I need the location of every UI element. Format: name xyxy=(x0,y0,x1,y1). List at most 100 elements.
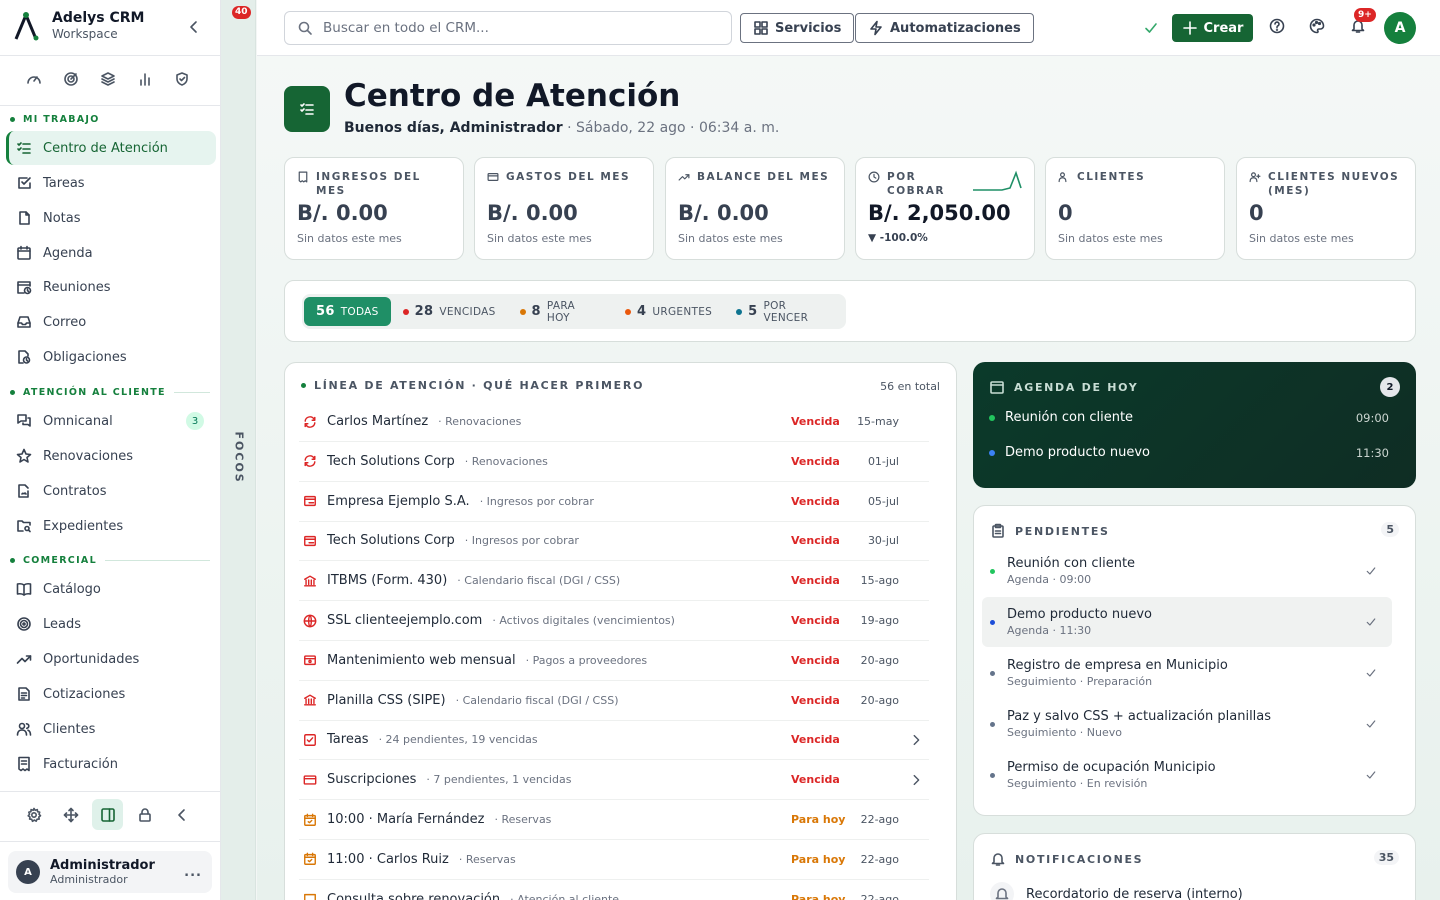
filter-para-hoy[interactable]: 8 PARA HOY xyxy=(508,297,613,326)
filter-todas[interactable]: 56 TODAS xyxy=(304,297,391,326)
row-category: · Atención al cliente xyxy=(510,892,620,900)
avatar[interactable]: A xyxy=(1384,12,1416,44)
pending-item[interactable]: Demo producto nuevo Agenda · 11:30 xyxy=(982,597,1392,647)
automatizaciones-button[interactable]: Automatizaciones xyxy=(855,13,1034,43)
agenda-item[interactable]: Demo producto nuevo 11:30 xyxy=(989,445,1389,460)
sidebar-item-renovaciones[interactable]: Renovaciones xyxy=(6,439,216,473)
kpi-clientes-nuevos-card[interactable]: CLIENTES NUEVOS (MES) 0 Sin datos este m… xyxy=(1236,157,1416,260)
sidebar-item-tareas[interactable]: Tareas xyxy=(6,166,216,200)
pending-title: Reunión con cliente xyxy=(1007,555,1136,571)
check-icon[interactable] xyxy=(1360,611,1382,633)
check-icon[interactable] xyxy=(1360,560,1382,582)
kpi-gastos-card[interactable]: GASTOS DEL MES B/. 0.00 Sin datos este m… xyxy=(474,157,654,260)
check-icon[interactable] xyxy=(1360,713,1382,735)
attention-row[interactable]: Tech Solutions Corp · Renovaciones Vencida… xyxy=(299,442,929,482)
palette-icon[interactable] xyxy=(1309,18,1325,34)
row-date: 15-ago xyxy=(860,574,899,588)
attention-row[interactable]: Tech Solutions Corp · Ingresos por cobrar… xyxy=(299,521,929,562)
row-category: · Reservas xyxy=(458,852,516,866)
row-name: Carlos Martínez xyxy=(327,414,429,429)
user-name: Administrador xyxy=(50,857,155,873)
user-menu[interactable]: A Administrador Administrador ... xyxy=(8,851,212,893)
row-date: 22-ago xyxy=(860,892,899,900)
sidebar-item-centro-de-atencion[interactable]: Centro de Atención xyxy=(6,131,216,165)
search-bar[interactable] xyxy=(284,11,732,45)
chevron-right-icon[interactable] xyxy=(909,773,923,787)
attention-row[interactable]: SSL clienteejemplo.com · Activos digitale… xyxy=(299,601,929,641)
filter-urgentes[interactable]: 4 URGENTES xyxy=(613,297,724,326)
pending-item[interactable]: Reunión con cliente Agenda · 09:00 xyxy=(982,546,1392,596)
kpi-balance-card[interactable]: BALANCE DEL MES B/. 0.00 Sin datos este … xyxy=(665,157,845,260)
move-icon[interactable] xyxy=(55,799,86,830)
attention-row[interactable]: Suscripciones · 7 pendientes, 1 vencidas V… xyxy=(299,760,929,801)
attention-row[interactable]: ITBMS (Form. 430) · Calendario fiscal (DG… xyxy=(299,561,929,602)
sidebar-item-leads[interactable]: Leads xyxy=(6,607,216,641)
check-icon[interactable] xyxy=(1360,662,1382,684)
sidebar-item-expedientes[interactable]: Expedientes xyxy=(6,509,216,543)
pending-item[interactable]: Registro de empresa en Municipio Seguimie… xyxy=(982,648,1392,698)
collapse-chevron-left-icon[interactable] xyxy=(166,799,197,830)
attention-row[interactable]: Mantenimiento web mensual · Pagos a prove… xyxy=(299,641,929,681)
sidebar-item-reuniones[interactable]: Reuniones xyxy=(6,270,216,304)
shield-check-icon[interactable] xyxy=(174,71,190,87)
sidebar-item-catalogo[interactable]: Catálogo xyxy=(6,572,216,606)
total-count: 56 en total xyxy=(880,380,940,393)
gauge-icon[interactable] xyxy=(26,71,42,87)
lock-icon[interactable] xyxy=(129,799,160,830)
bar-chart-icon[interactable] xyxy=(137,71,153,87)
sidebar-item-contratos[interactable]: Contratos xyxy=(6,474,216,508)
kpi-ingresos-card[interactable]: INGRESOS DEL MES B/. 0.00 Sin datos este… xyxy=(284,157,464,260)
attention-row[interactable]: Empresa Ejemplo S.A. · Ingresos por cobra… xyxy=(299,482,929,522)
filter-bar: 56 TODAS 28 VENCIDAS 8 PARA HOY 4 URGENTES 5… xyxy=(284,280,1416,342)
attention-row[interactable]: Tareas · 24 pendientes, 19 vencidas Vencid… xyxy=(299,720,929,761)
search-input[interactable] xyxy=(323,20,703,36)
crear-button[interactable]: Crear xyxy=(1172,14,1253,42)
brand[interactable]: Adelys CRM Workspace xyxy=(12,10,144,42)
focus-panel-toggle[interactable]: 40 FOCOS xyxy=(221,0,256,900)
linea-de-atencion-panel: LÍNEA DE ATENCIÓN · QUÉ HACER PRIMERO 56… xyxy=(284,362,957,900)
pending-item[interactable]: Permiso de ocupación Municipio Seguimient… xyxy=(982,750,1392,800)
sidebar-item-oportunidades[interactable]: Oportunidades xyxy=(6,642,216,676)
chevron-right-icon[interactable] xyxy=(909,733,923,747)
notification-item[interactable]: Recordatorio de reserva (interno) xyxy=(990,882,1243,900)
collapse-sidebar-chevron-icon[interactable] xyxy=(186,19,202,35)
kpi-clientes-card[interactable]: CLIENTES 0 Sin datos este mes xyxy=(1045,157,1225,260)
check-icon[interactable] xyxy=(1360,764,1382,786)
panel-toggle-icon[interactable] xyxy=(92,799,123,830)
agenda-item[interactable]: Reunión con cliente 09:00 xyxy=(989,410,1389,425)
sidebar-item-omnicanal[interactable]: Omnicanal 3 xyxy=(6,404,216,438)
file-clock-icon xyxy=(18,350,31,364)
pending-subtitle: Agenda · 11:30 xyxy=(1007,623,1092,637)
filter-por-vencer[interactable]: 5 POR VENCER xyxy=(724,297,846,326)
sidebar-item-facturacion[interactable]: Facturación xyxy=(6,747,216,781)
servicios-button[interactable]: Servicios xyxy=(740,13,855,43)
kpi-label: INGRESOS DEL MES xyxy=(316,171,421,197)
layers-icon[interactable] xyxy=(100,71,116,87)
sidebar-item-cotizaciones[interactable]: Cotizaciones xyxy=(6,677,216,711)
sidebar-item-correo[interactable]: Correo xyxy=(6,305,216,339)
radar-icon[interactable] xyxy=(63,71,79,87)
row-category: · Activos digitales (vencimientos) xyxy=(492,614,675,627)
sidebar-item-clientes[interactable]: Clientes xyxy=(6,712,216,746)
sidebar-item-label: Clientes xyxy=(43,721,96,737)
quick-actions xyxy=(26,71,190,87)
sidebar-item-label: Agenda xyxy=(43,245,93,261)
settings-gear-icon[interactable] xyxy=(18,799,49,830)
filter-vencidas[interactable]: 28 VENCIDAS xyxy=(391,297,508,326)
attention-row[interactable]: Carlos Martínez · Renovaciones Vencida 15-m… xyxy=(299,402,929,442)
help-icon[interactable] xyxy=(1269,18,1285,34)
sync-check-icon xyxy=(1143,20,1159,36)
more-dots-icon[interactable]: ... xyxy=(184,865,202,880)
attention-row[interactable]: 10:00 · María Fernández · Reservas Para ho… xyxy=(299,800,929,840)
attention-row[interactable]: Consulta sobre renovación · Atención al c… xyxy=(299,880,929,900)
sidebar-item-agenda[interactable]: Agenda xyxy=(6,236,216,270)
invoice-icon xyxy=(304,535,316,546)
row-category: · 24 pendientes, 19 vencidas xyxy=(378,733,538,747)
attention-row[interactable]: 11:00 · Carlos Ruiz · Reservas Para hoy 22-… xyxy=(299,840,929,880)
pending-item[interactable]: Paz y salvo CSS + actualización planilla… xyxy=(982,699,1392,749)
kpi-por-cobrar-card[interactable]: POR COBRAR B/. 2,050.00 ▼ -100.0% xyxy=(855,157,1035,260)
sidebar-item-obligaciones[interactable]: Obligaciones xyxy=(6,340,216,374)
sidebar-item-notas[interactable]: Notas xyxy=(6,201,216,235)
attention-row[interactable]: Planilla CSS (SIPE) · Calendario fiscal (… xyxy=(299,681,929,721)
row-category: · Renovaciones xyxy=(464,454,548,468)
